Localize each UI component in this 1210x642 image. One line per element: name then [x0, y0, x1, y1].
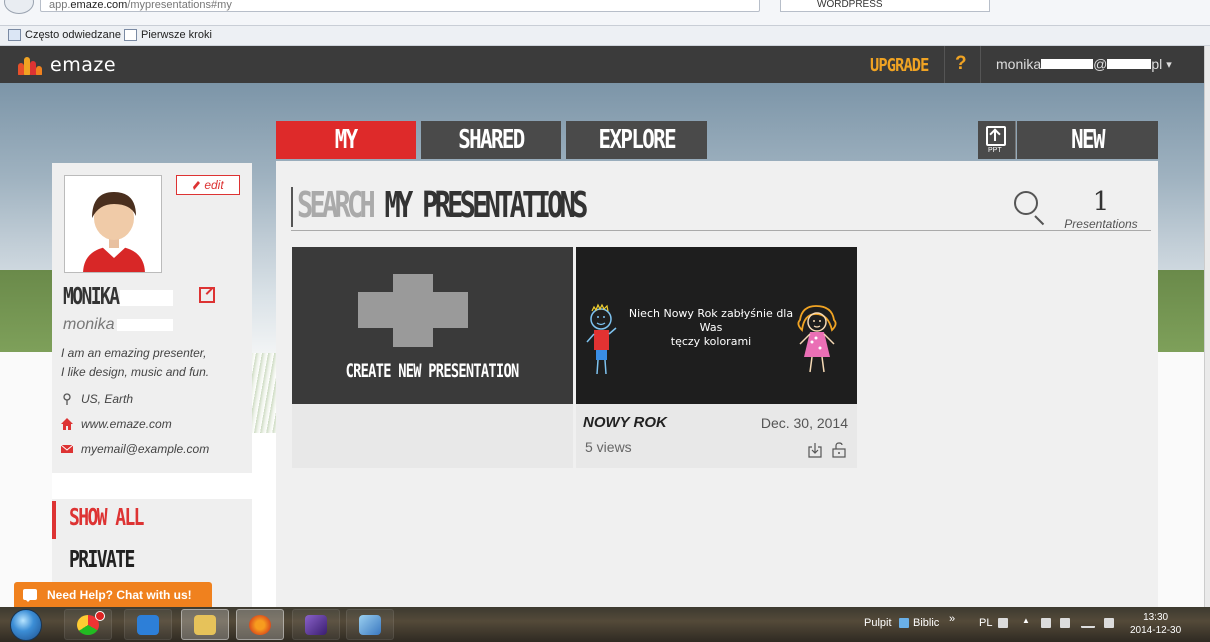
browser-search-field[interactable]: WORDPRESS: [780, 0, 990, 12]
search-icon[interactable]: [1014, 191, 1046, 226]
presentation-title[interactable]: NOWY ROK: [583, 414, 667, 431]
user-avatar-icon: [83, 192, 145, 272]
tab-my[interactable]: MY: [276, 121, 416, 159]
redacted-block: [1041, 59, 1094, 69]
redacted-block: [1107, 59, 1152, 69]
pencil-icon: [193, 180, 201, 190]
active-filter-indicator: [52, 501, 56, 539]
unlock-icon[interactable]: [832, 442, 846, 458]
presentation-views: 5 views: [585, 439, 632, 455]
flag-icon[interactable]: [1041, 618, 1051, 628]
bookmark-czesto-odwiedzane[interactable]: Często odwiedzane: [8, 29, 121, 41]
bookmark-folder-icon: [8, 29, 21, 41]
taskbar-app[interactable]: [292, 609, 340, 640]
network-icon[interactable]: [1081, 618, 1095, 628]
profile-location: US, Earth: [61, 392, 133, 406]
emaze-logo[interactable]: emaze: [18, 54, 116, 76]
device-icon[interactable]: [1060, 618, 1070, 628]
taskbar-explorer[interactable]: [181, 609, 229, 640]
chevron-down-icon: ▾: [1166, 58, 1172, 71]
show-hidden-icons[interactable]: ▲: [1022, 616, 1030, 625]
boy-drawing-icon: [586, 303, 617, 375]
taskbar-firefox[interactable]: [236, 609, 284, 640]
header-divider: [944, 46, 945, 83]
chat-bubble-icon: [23, 589, 37, 602]
thumbnail-text: Niech Nowy Rok zabłyśnie dla Was tęczy k…: [628, 307, 794, 348]
bookmarks-bar: Często odwiedzane Pierwsze kroki: [0, 26, 1210, 46]
search-bar[interactable]: SEARCH MY PRESENTATIONS 1 Presentations: [291, 183, 1151, 231]
profile-card: edit MONIKA monika I am an emazing prese…: [52, 163, 252, 473]
taskbar-chrome[interactable]: [64, 609, 112, 640]
toolbar-pulpit[interactable]: Pulpit: [864, 617, 892, 629]
import-ppt-button[interactable]: PPT: [978, 121, 1016, 159]
toolbar-biblio[interactable]: Biblic: [913, 617, 939, 629]
redacted-block: [120, 289, 174, 306]
emaze-logo-icon: [18, 55, 42, 75]
upload-icon: [986, 126, 1006, 146]
browser-address-bar: app.emaze.com/mypresentations#my WORDPRE…: [0, 0, 1210, 26]
taskbar-app[interactable]: [124, 609, 172, 640]
start-button[interactable]: [10, 609, 42, 641]
presentation-thumbnail[interactable]: Niech Nowy Rok zabłyśnie dla Was tęczy k…: [576, 247, 857, 404]
location-pin-icon: [63, 393, 71, 405]
profile-website[interactable]: www.emaze.com: [61, 417, 172, 431]
download-icon[interactable]: [808, 442, 822, 458]
grass-left: [0, 270, 54, 352]
taskbar-paint[interactable]: [346, 609, 394, 640]
system-clock[interactable]: 13:30 2014-12-30: [1130, 611, 1181, 637]
presentation-count: 1: [1092, 187, 1110, 217]
folder-icon: [194, 615, 216, 635]
upgrade-button[interactable]: UPGRADE: [870, 55, 929, 76]
profile-username: monika: [63, 316, 173, 334]
profile-name: MONIKA: [63, 284, 174, 310]
windows-taskbar: Pulpit Biblic » PL ▲ 13:30 2014-12-30: [0, 607, 1210, 642]
profile-email[interactable]: myemail@example.com: [61, 442, 209, 456]
url-field[interactable]: app.emaze.com/mypresentations#my: [40, 0, 760, 12]
filter-show-all[interactable]: SHOW ALL: [69, 505, 144, 531]
page-margin-right: [1158, 352, 1204, 611]
user-menu[interactable]: monika @ pl ▾: [996, 56, 1172, 72]
keyboard-icon[interactable]: [998, 618, 1008, 628]
header-divider: [980, 46, 981, 83]
edit-profile-button[interactable]: edit: [176, 175, 240, 195]
language-indicator[interactable]: PL: [979, 617, 992, 629]
girl-drawing-icon: [797, 305, 837, 373]
tab-explore[interactable]: EXPLORE: [566, 121, 707, 159]
help-button[interactable]: ?: [955, 53, 967, 75]
create-card-footer: [292, 404, 573, 468]
external-link-icon[interactable]: [199, 287, 215, 303]
presentation-count-label: Presentations: [1064, 217, 1138, 231]
presentation-date: Dec. 30, 2014: [760, 415, 848, 431]
toolbar-chevron[interactable]: »: [949, 613, 955, 625]
avatar[interactable]: [64, 175, 162, 273]
filter-private[interactable]: PRIVATE: [69, 547, 135, 573]
home-icon: [61, 418, 73, 430]
library-icon: [899, 618, 909, 628]
plus-icon: [358, 292, 468, 328]
chat-help-button[interactable]: Need Help? Chat with us!: [14, 582, 212, 607]
create-new-presentation-card[interactable]: CREATE NEW PRESENTATION: [292, 247, 573, 404]
back-button[interactable]: [4, 0, 34, 14]
app-header: emaze UPGRADE ? monika @ pl ▾: [0, 46, 1204, 83]
redacted-block: [116, 318, 173, 331]
tab-shared[interactable]: SHARED: [421, 121, 561, 159]
search-input[interactable]: SEARCH MY PRESENTATIONS: [297, 185, 588, 226]
profile-bio: I am an emazing presenter, I like design…: [61, 346, 210, 379]
notification-badge: [95, 611, 105, 621]
new-presentation-button[interactable]: NEW: [1017, 121, 1158, 159]
logo-text: emaze: [50, 54, 117, 76]
presentation-card-footer: NOWY ROK Dec. 30, 2014 5 views: [576, 404, 857, 468]
page-margin-left: [0, 352, 52, 611]
app-icon: [305, 615, 327, 635]
text-cursor: [291, 187, 293, 227]
volume-icon[interactable]: [1104, 618, 1114, 628]
bookmark-page-icon: [124, 29, 137, 41]
bookmark-pierwsze-kroki[interactable]: Pierwsze kroki: [124, 29, 212, 41]
app-icon: [137, 615, 159, 635]
page-scrollbar[interactable]: [1204, 46, 1210, 607]
firefox-icon: [249, 615, 271, 635]
grass-right: [1158, 270, 1204, 352]
paint-icon: [359, 615, 381, 635]
mail-icon: [61, 444, 73, 453]
